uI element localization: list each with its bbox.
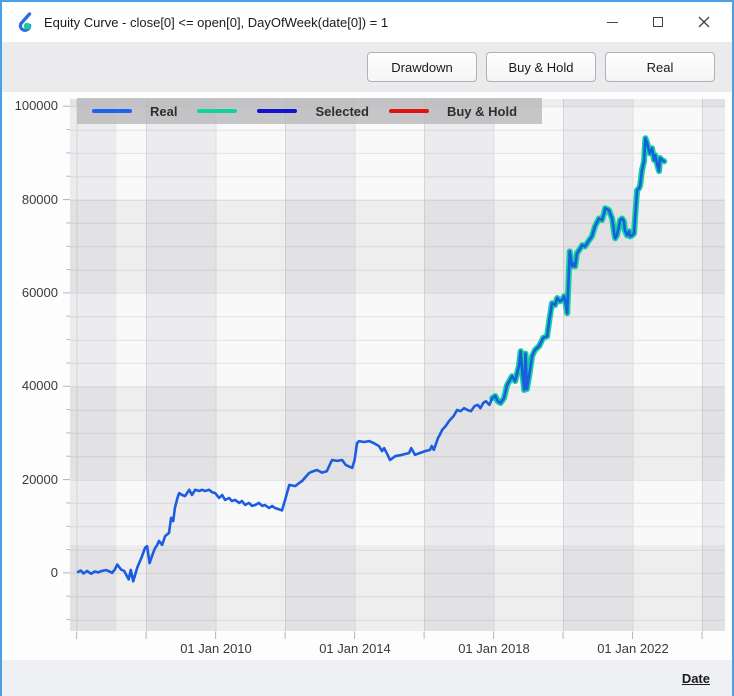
x-axis-tick-label: 01 Jan 2022 bbox=[597, 641, 669, 656]
y-axis-tick-label: 100000 bbox=[14, 98, 58, 113]
x-axis-tick-label: 01 Jan 2014 bbox=[319, 641, 391, 656]
x-axis-tick-label: 01 Jan 2018 bbox=[458, 641, 530, 656]
app-window: Equity Curve - close[0] <= open[0], DayO… bbox=[0, 0, 734, 696]
legend-swatch bbox=[257, 109, 298, 113]
chart-legend: Real Selected Buy & Hold bbox=[77, 98, 542, 124]
drawdown-button[interactable]: Drawdown bbox=[367, 52, 477, 82]
legend-label: Selected bbox=[315, 103, 369, 119]
buy-and-hold-button[interactable]: Buy & Hold bbox=[486, 52, 596, 82]
legend-item-selected[interactable]: Selected bbox=[257, 103, 369, 119]
status-bar: Date bbox=[2, 660, 732, 696]
minimize-icon bbox=[606, 21, 618, 23]
maximize-icon bbox=[653, 17, 663, 27]
chart-canvas bbox=[63, 105, 703, 639]
window-controls bbox=[589, 2, 727, 42]
y-axis-tick-label: 20000 bbox=[21, 472, 58, 487]
y-axis-tick-label: 40000 bbox=[21, 378, 58, 393]
close-button[interactable] bbox=[681, 2, 727, 42]
x-axis-title[interactable]: Date bbox=[682, 671, 710, 686]
y-axis-tick-label: 80000 bbox=[21, 192, 58, 207]
legend-item[interactable] bbox=[197, 109, 238, 113]
legend-label: Buy & Hold bbox=[446, 103, 518, 119]
window-title: Equity Curve - close[0] <= open[0], DayO… bbox=[44, 14, 389, 30]
y-axis-tick-label: 60000 bbox=[21, 285, 58, 300]
equity-curve-line bbox=[76, 136, 666, 583]
y-axis-tick-label: 0 bbox=[50, 565, 58, 580]
legend-swatch bbox=[92, 109, 132, 113]
legend-item-buy-hold[interactable]: Buy & Hold bbox=[388, 103, 518, 119]
equity-curve-chart: Real Selected Buy & Hold 100000 80000 60000 4… bbox=[2, 92, 732, 660]
title-bar: Equity Curve - close[0] <= open[0], DayO… bbox=[2, 2, 732, 42]
legend-item-real[interactable]: Real bbox=[92, 104, 177, 119]
legend-swatch bbox=[197, 109, 238, 113]
legend-swatch bbox=[388, 109, 429, 113]
real-button[interactable]: Real bbox=[605, 52, 715, 82]
maximize-button[interactable] bbox=[635, 2, 681, 42]
minimize-button[interactable] bbox=[589, 2, 635, 42]
x-axis-tick-label: 01 Jan 2010 bbox=[180, 641, 252, 656]
toolbar: Drawdown Buy & Hold Real bbox=[2, 42, 732, 92]
app-icon bbox=[18, 12, 32, 32]
close-icon bbox=[698, 16, 710, 28]
legend-label: Real bbox=[150, 103, 178, 119]
